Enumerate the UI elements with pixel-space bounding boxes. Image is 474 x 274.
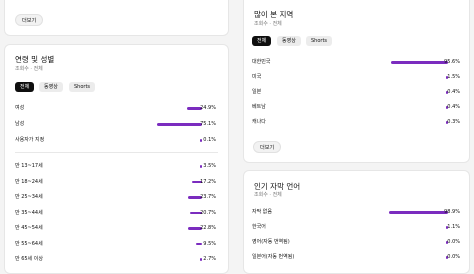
stat-bar bbox=[388, 211, 448, 214]
stat-percent: 17.2% bbox=[200, 178, 216, 185]
stat-bar bbox=[156, 123, 202, 126]
stat-bar bbox=[199, 165, 202, 168]
chip-shorts[interactable]: Shorts bbox=[306, 36, 333, 46]
regions-more-button[interactable]: 더보기 bbox=[253, 141, 282, 153]
stat-percent: 9.5% bbox=[203, 240, 216, 247]
stat-label: 일본 bbox=[252, 89, 262, 95]
chip-shorts[interactable]: Shorts bbox=[69, 82, 96, 92]
chip-video[interactable]: 동영상 bbox=[39, 82, 63, 92]
stat-bar bbox=[390, 61, 448, 64]
stat-label: 일본어(자동 번역됨) bbox=[252, 254, 295, 260]
stat-row: 사용자가 지정 0.1% bbox=[15, 136, 216, 144]
stat-row: 만 13~17세 3.5% bbox=[15, 162, 216, 170]
stat-percent: 22.8% bbox=[200, 225, 216, 231]
stat-percent: 3.5% bbox=[203, 163, 216, 169]
top-left-card: 더보기 bbox=[4, 0, 229, 36]
stat-label: 만 25~34세 bbox=[15, 194, 43, 200]
stat-row: 만 35~44세 20.7% bbox=[15, 209, 216, 217]
stat-row: 미국 1.5% bbox=[252, 73, 460, 81]
stat-percent: 24.9% bbox=[200, 105, 216, 111]
stat-percent: 95.6% bbox=[444, 59, 460, 65]
stat-label: 자막 없음 bbox=[252, 209, 272, 215]
stat-percent: 1.5% bbox=[447, 74, 460, 80]
stat-percent: 0.1% bbox=[203, 137, 216, 143]
stat-label: 캐나다 bbox=[252, 119, 266, 125]
stat-row: 캐나다 0.3% bbox=[252, 118, 460, 126]
stat-percent: 20.7% bbox=[200, 209, 216, 216]
age-gender-subtitle: 조회수 · 전체 bbox=[15, 66, 43, 72]
stat-percent: 98.9% bbox=[444, 209, 460, 215]
stat-label: 여성 bbox=[15, 105, 25, 111]
stat-row: 만 18~24세 17.2% bbox=[15, 178, 216, 186]
stat-row: 자막 없음 98.9% bbox=[252, 208, 460, 216]
stat-bar bbox=[199, 258, 202, 261]
stat-label: 만 45~54세 bbox=[15, 225, 43, 231]
stat-row: 한국어 1.1% bbox=[252, 223, 460, 231]
stat-label: 영어(자동 번역됨) bbox=[252, 239, 290, 245]
stat-row: 만 45~54세 22.8% bbox=[15, 224, 216, 232]
stat-bar bbox=[199, 139, 202, 142]
stat-label: 만 35~44세 bbox=[15, 209, 43, 216]
regions-subtitle: 조회수 · 전체 bbox=[254, 21, 282, 27]
stat-row: 남성 75.1% bbox=[15, 120, 216, 128]
stat-label: 사용자가 지정 bbox=[15, 137, 45, 143]
regions-title: 많이 본 지역 bbox=[254, 10, 294, 19]
age-gender-title: 연령 및 성별 bbox=[15, 55, 55, 64]
stat-percent: 75.1% bbox=[200, 121, 216, 127]
stat-label: 베트남 bbox=[252, 104, 266, 110]
stat-row: 대한민국 95.6% bbox=[252, 58, 460, 66]
stat-label: 미국 bbox=[252, 74, 262, 80]
stat-row: 영어(자동 번역됨) 0.0% bbox=[252, 238, 460, 246]
stat-row: 만 25~34세 23.7% bbox=[15, 193, 216, 201]
stat-percent: 0.4% bbox=[447, 89, 460, 95]
stat-row: 만 65세 이상 2.7% bbox=[15, 255, 216, 263]
stat-label: 남성 bbox=[15, 121, 25, 127]
stat-label: 만 65세 이상 bbox=[15, 256, 43, 262]
stat-percent: 0.0% bbox=[447, 239, 460, 245]
age-gender-card: 연령 및 성별 조회수 · 전체 전체 동영상 Shorts 여성 24.9% 남성… bbox=[4, 44, 229, 274]
subtitle-lang-subtitle: 조회수 · 전체 bbox=[254, 192, 282, 198]
stat-percent: 1.1% bbox=[447, 224, 460, 230]
stat-percent: 2.7% bbox=[203, 256, 216, 262]
stat-label: 한국어 bbox=[252, 224, 266, 230]
stat-label: 대한민국 bbox=[252, 59, 271, 65]
stat-percent: 0.4% bbox=[447, 104, 460, 110]
more-button[interactable]: 더보기 bbox=[15, 14, 44, 26]
stat-row: 만 55~64세 9.5% bbox=[15, 240, 216, 248]
chip-all[interactable]: 전체 bbox=[252, 36, 272, 46]
divider bbox=[15, 152, 218, 153]
chip-video[interactable]: 동영상 bbox=[277, 36, 301, 46]
stat-percent: 0.3% bbox=[447, 119, 460, 125]
stat-label: 만 18~24세 bbox=[15, 178, 43, 185]
chip-all[interactable]: 전체 bbox=[15, 82, 35, 92]
stat-bar bbox=[196, 242, 202, 245]
stat-percent: 23.7% bbox=[200, 194, 216, 200]
stat-row: 일본어(자동 번역됨) 0.0% bbox=[252, 253, 460, 261]
stat-label: 만 13~17세 bbox=[15, 163, 43, 169]
regions-card: 많이 본 지역 조회수 · 전체 전체 동영상 Shorts 대한민국 95.6%… bbox=[243, 0, 470, 163]
stat-label: 만 55~64세 bbox=[15, 240, 43, 247]
stat-row: 여성 24.9% bbox=[15, 104, 216, 112]
subtitle-lang-card: 인기 자막 언어 조회수 · 전체 자막 없음 98.9% 한국어 1.1% 영어(자동… bbox=[243, 170, 470, 274]
stat-row: 일본 0.4% bbox=[252, 88, 460, 96]
stat-row: 베트남 0.4% bbox=[252, 103, 460, 111]
stat-percent: 0.0% bbox=[447, 254, 460, 260]
